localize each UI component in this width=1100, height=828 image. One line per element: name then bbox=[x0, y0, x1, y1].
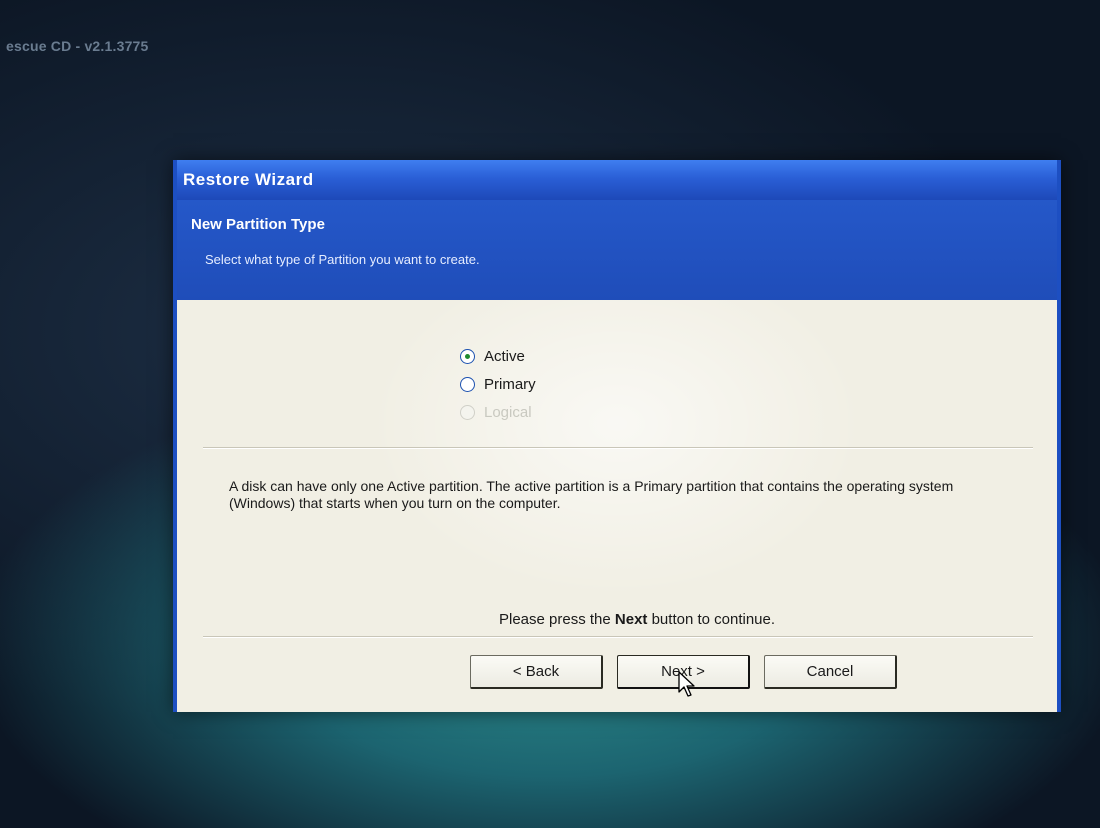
option-primary[interactable]: Primary bbox=[460, 370, 536, 398]
radio-logical bbox=[460, 404, 475, 420]
continue-hint: Please press the Next button to continue… bbox=[499, 611, 775, 628]
page-title: New Partition Type bbox=[191, 216, 325, 233]
option-active-label: Active bbox=[484, 347, 525, 365]
option-primary-label: Primary bbox=[484, 375, 536, 393]
radio-active[interactable] bbox=[460, 348, 475, 364]
wizard-header: New Partition Type Select what type of P… bbox=[177, 200, 1057, 300]
window-titlebar[interactable]: Restore Wizard bbox=[177, 160, 1057, 200]
window-title: Restore Wizard bbox=[183, 170, 314, 189]
option-logical: Logical bbox=[460, 398, 536, 426]
divider-top bbox=[203, 447, 1033, 449]
divider-bottom bbox=[203, 636, 1033, 638]
option-active[interactable]: Active bbox=[460, 342, 536, 370]
hint-suffix: button to continue. bbox=[647, 611, 776, 628]
radio-primary[interactable] bbox=[460, 376, 475, 392]
page-subtitle: Select what type of Partition you want t… bbox=[205, 252, 480, 267]
cancel-button[interactable]: Cancel bbox=[764, 655, 897, 689]
arrow-cursor-icon bbox=[678, 671, 695, 697]
hint-next-word: Next bbox=[614, 611, 648, 628]
screen-title: escue CD - v2.1.3775 bbox=[6, 38, 149, 54]
hint-prefix: Please press the bbox=[499, 611, 615, 628]
back-button[interactable]: < Back bbox=[470, 655, 603, 689]
partition-description: A disk can have only one Active partitio… bbox=[229, 478, 954, 511]
restore-wizard-window: Restore Wizard New Partition Type Select… bbox=[173, 160, 1061, 712]
wizard-body: Active Primary Logical A disk can have o… bbox=[177, 300, 1057, 712]
option-logical-label: Logical bbox=[484, 403, 532, 421]
partition-type-options: Active Primary Logical bbox=[460, 342, 536, 426]
